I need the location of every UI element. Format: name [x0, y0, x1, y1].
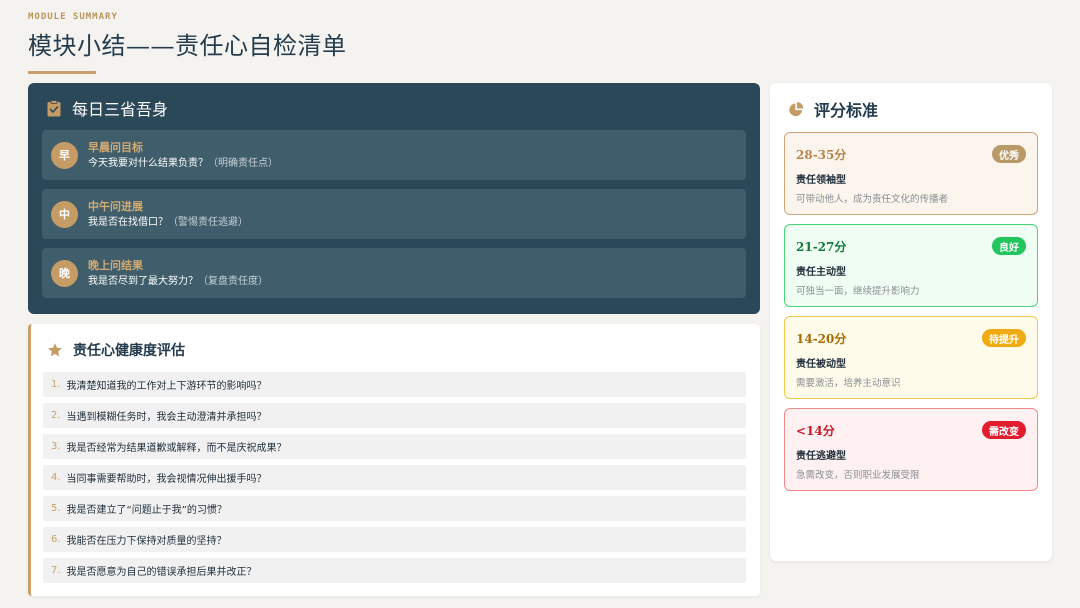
question-number: 6. — [51, 534, 61, 545]
question-number: 5. — [51, 503, 61, 514]
question-number: 2. — [51, 410, 61, 421]
list-item: 中 中午问进展 我是否在找借口？（警惕责任逃避） — [42, 189, 746, 239]
question-text: 我清楚知道我的工作对上下游环节的影响吗？ — [66, 381, 267, 392]
tier-name: 责任主动型 — [796, 267, 846, 278]
tier-card-needs-improvement: 14-20分 待提升 责任被动型 需要激活，培养主动意识 — [784, 316, 1038, 399]
list-item: 6. 我能否在压力下保持对质量的坚持？ — [43, 527, 746, 552]
item-hint: （复盘责任度） — [198, 275, 268, 287]
time-badge: 晚 — [51, 259, 78, 287]
tier-name: 责任领袖型 — [796, 175, 846, 186]
question-list: 1. 我清楚知道我的工作对上下游环节的影响吗？ 2. 当遇到模糊任务时，我会主动澄清… — [43, 372, 746, 583]
list-item: 4. 当同事需要帮助时，我会视情况伸出援手吗？ — [43, 465, 746, 490]
list-item: 5. 我是否建立了“问题止于我”的习惯？ — [43, 496, 746, 521]
list-item: 3. 我是否经常为结果道歉或解释，而不是庆祝成果？ — [43, 434, 746, 459]
tier-card-good: 21-27分 良好 责任主动型 可独当一面，继续提升影响力 — [784, 224, 1038, 307]
question-text: 当遇到模糊任务时，我会主动澄清并承担吗？ — [66, 412, 267, 423]
item-hint: （警惕责任逃避） — [168, 216, 248, 228]
tier-card-excellent: 28-35分 优秀 责任领袖型 可带动他人，成为责任文化的传播者 — [784, 132, 1038, 215]
tier-description: 急需改变，否则职业发展受限 — [796, 470, 920, 481]
item-question: 今天我要对什么结果负责？ — [88, 157, 208, 169]
health-assessment-panel: 责任心健康度评估 1. 我清楚知道我的工作对上下游环节的影响吗？ 2. 当遇到模糊任… — [28, 324, 760, 596]
tier-description: 可独当一面，继续提升影响力 — [796, 286, 920, 297]
question-number: 7. — [51, 565, 61, 576]
question-text: 我能否在压力下保持对质量的坚持？ — [66, 536, 227, 547]
daily-list: 早 早晨问目标 今天我要对什么结果负责？（明确责任点） 中 中午问进展 我是否在… — [42, 130, 746, 298]
health-panel-title: 责任心健康度评估 — [73, 343, 185, 359]
item-title: 早晨问目标 — [88, 140, 143, 154]
question-number: 4. — [51, 472, 61, 483]
module-eyebrow: MODULE SUMMARY — [28, 12, 118, 22]
time-badge: 中 — [51, 200, 78, 228]
question-text: 我是否建立了“问题止于我”的习惯？ — [66, 505, 227, 516]
list-item: 2. 当遇到模糊任务时，我会主动澄清并承担吗？ — [43, 403, 746, 428]
daily-reflection-panel: 每日三省吾身 早 早晨问目标 今天我要对什么结果负责？（明确责任点） 中 中午问… — [28, 83, 760, 314]
item-title: 中午问进展 — [88, 199, 143, 213]
daily-panel-title: 每日三省吾身 — [72, 100, 169, 119]
item-question: 我是否在找借口？ — [88, 216, 168, 228]
page-title: 模块小结——责任心自检清单 — [28, 32, 347, 60]
question-number: 3. — [51, 441, 61, 452]
star-icon — [47, 341, 63, 359]
health-panel-header: 责任心健康度评估 — [47, 337, 746, 363]
item-hint: （明确责任点） — [208, 157, 278, 169]
item-question: 我是否尽到了最大努力？ — [88, 275, 198, 287]
question-text: 当同事需要帮助时，我会视情况伸出援手吗？ — [66, 474, 267, 485]
scoring-panel: 评分标准 28-35分 优秀 责任领袖型 可带动他人，成为责任文化的传播者 21… — [770, 83, 1052, 561]
tier-name: 责任逃避型 — [796, 451, 846, 462]
tier-badge: 良好 — [992, 237, 1026, 255]
tier-badge: 优秀 — [992, 145, 1026, 163]
list-item: 7. 我是否愿意为自己的错误承担后果并改正？ — [43, 558, 746, 583]
list-item: 早 早晨问目标 今天我要对什么结果负责？（明确责任点） — [42, 130, 746, 180]
tier-list: 28-35分 优秀 责任领袖型 可带动他人，成为责任文化的传播者 21-27分 … — [784, 132, 1038, 491]
tier-badge: 需改变 — [982, 421, 1026, 439]
list-item: 晚 晚上问结果 我是否尽到了最大努力？（复盘责任度） — [42, 248, 746, 298]
scoring-panel-header: 评分标准 — [788, 96, 1038, 122]
question-text: 我是否经常为结果道歉或解释，而不是庆祝成果？ — [66, 443, 287, 454]
tier-description: 可带动他人，成为责任文化的传播者 — [796, 194, 949, 205]
tier-badge: 待提升 — [982, 329, 1026, 347]
question-number: 1. — [51, 379, 61, 390]
tier-description: 需要激活，培养主动意识 — [796, 378, 901, 389]
clipboard-check-icon — [46, 99, 62, 117]
daily-panel-header: 每日三省吾身 — [46, 95, 746, 121]
time-badge: 早 — [51, 141, 78, 169]
title-underline — [28, 71, 96, 74]
tier-name: 责任被动型 — [796, 359, 846, 370]
tier-card-must-change: <14分 需改变 责任逃避型 急需改变，否则职业发展受限 — [784, 408, 1038, 491]
question-text: 我是否愿意为自己的错误承担后果并改正？ — [66, 567, 257, 578]
scoring-panel-title: 评分标准 — [814, 101, 879, 120]
list-item: 1. 我清楚知道我的工作对上下游环节的影响吗？ — [43, 372, 746, 397]
page-header: MODULE SUMMARY 模块小结——责任心自检清单 — [28, 12, 347, 74]
item-title: 晚上问结果 — [88, 258, 143, 272]
pie-chart-icon — [788, 100, 804, 118]
